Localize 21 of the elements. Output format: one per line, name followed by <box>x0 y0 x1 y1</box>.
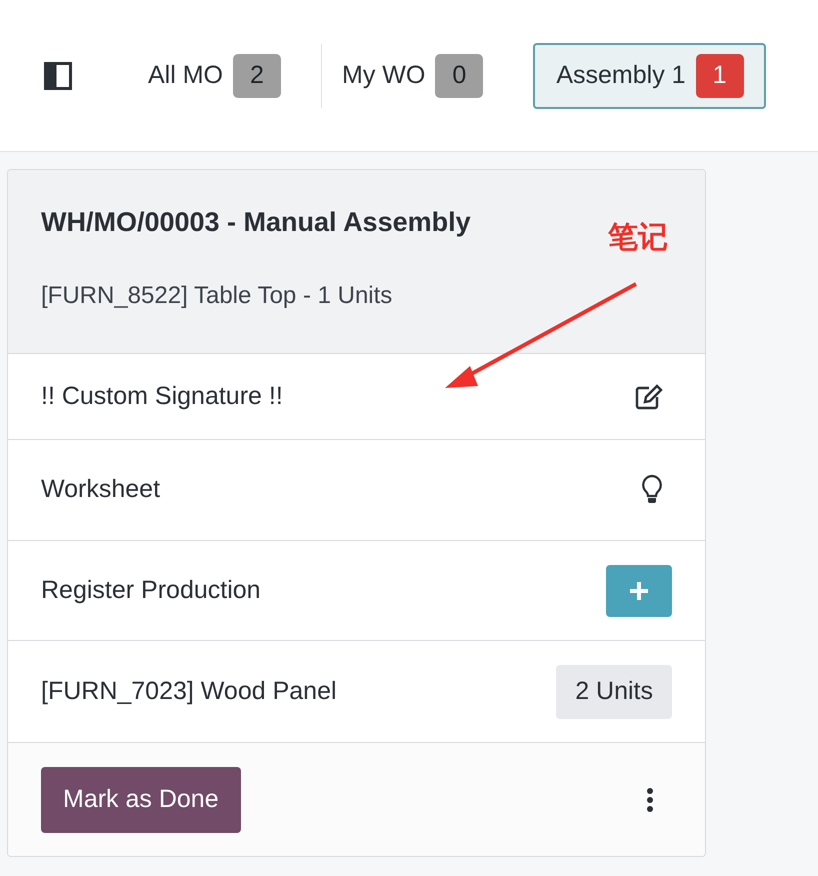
count-badge: 0 <box>435 54 484 98</box>
mark-as-done-button[interactable]: Mark as Done <box>41 766 241 832</box>
edit-icon[interactable] <box>635 384 663 410</box>
count-badge: 1 <box>696 54 744 98</box>
filter-tab[interactable]: All MO 2 <box>148 42 301 108</box>
sidebar-toggle-icon[interactable] <box>44 62 72 90</box>
lightbulb-icon[interactable] <box>641 474 663 506</box>
step-label[interactable]: !! Custom Signature !! <box>41 378 283 416</box>
component-name: [FURN_7023] Wood Panel <box>41 676 337 707</box>
card-title[interactable]: WH/MO/00003 - Manual Assembly <box>41 203 471 241</box>
filter-tab[interactable]: Assembly 1 1 <box>533 42 766 108</box>
count-badge: 2 <box>233 54 281 98</box>
add-button[interactable] <box>606 564 672 616</box>
filter-tab[interactable]: My WO 0 <box>342 42 504 108</box>
plus-icon <box>629 580 649 600</box>
step-label[interactable]: Worksheet <box>41 471 160 509</box>
quantity-badge[interactable]: 2 Units <box>556 664 672 718</box>
more-options-icon[interactable] <box>646 788 654 812</box>
annotation-text: 笔记 <box>608 220 668 256</box>
step-label[interactable]: Register Production <box>41 572 261 610</box>
product-line: [FURN_8522] Table Top - 1 Units <box>41 281 392 311</box>
